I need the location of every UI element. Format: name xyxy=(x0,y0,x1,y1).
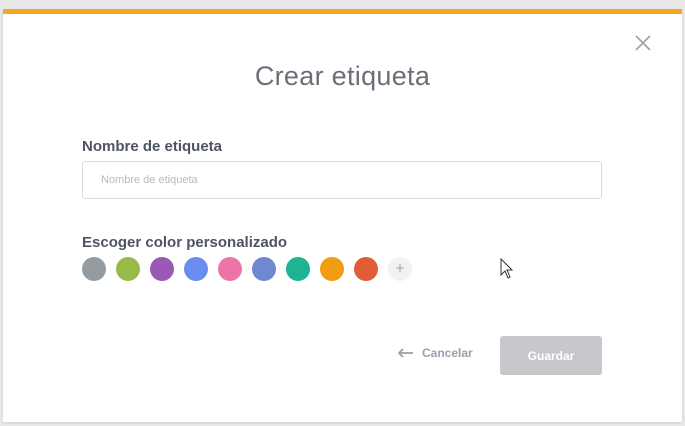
arrow-left-icon xyxy=(398,348,413,358)
color-swatch-purple[interactable] xyxy=(150,257,174,281)
dialog-title: Crear etiqueta xyxy=(254,61,431,91)
color-swatch-red[interactable] xyxy=(354,257,378,281)
color-swatches: + xyxy=(82,257,412,281)
close-icon xyxy=(635,35,651,51)
color-swatch-pink[interactable] xyxy=(218,257,242,281)
cancel-label: Cancelar xyxy=(422,346,473,360)
mouse-cursor-icon xyxy=(500,257,514,285)
color-swatch-blue[interactable] xyxy=(184,257,208,281)
color-swatch-green[interactable] xyxy=(116,257,140,281)
add-color-button[interactable]: + xyxy=(388,257,412,281)
color-swatch-slate-blue[interactable] xyxy=(252,257,276,281)
cancel-button[interactable]: Cancelar xyxy=(398,346,473,360)
color-swatch-orange[interactable] xyxy=(320,257,344,281)
close-button[interactable] xyxy=(632,32,654,54)
save-button[interactable]: Guardar xyxy=(500,336,602,375)
label-name-input[interactable] xyxy=(82,161,602,199)
label-name-label: Nombre de etiqueta xyxy=(82,138,223,155)
custom-color-label: Escoger color personalizado xyxy=(82,234,288,251)
color-swatch-gray[interactable] xyxy=(82,257,106,281)
create-label-dialog: Crear etiqueta Nombre de etiqueta Escoge… xyxy=(3,9,682,422)
color-swatch-teal[interactable] xyxy=(286,257,310,281)
